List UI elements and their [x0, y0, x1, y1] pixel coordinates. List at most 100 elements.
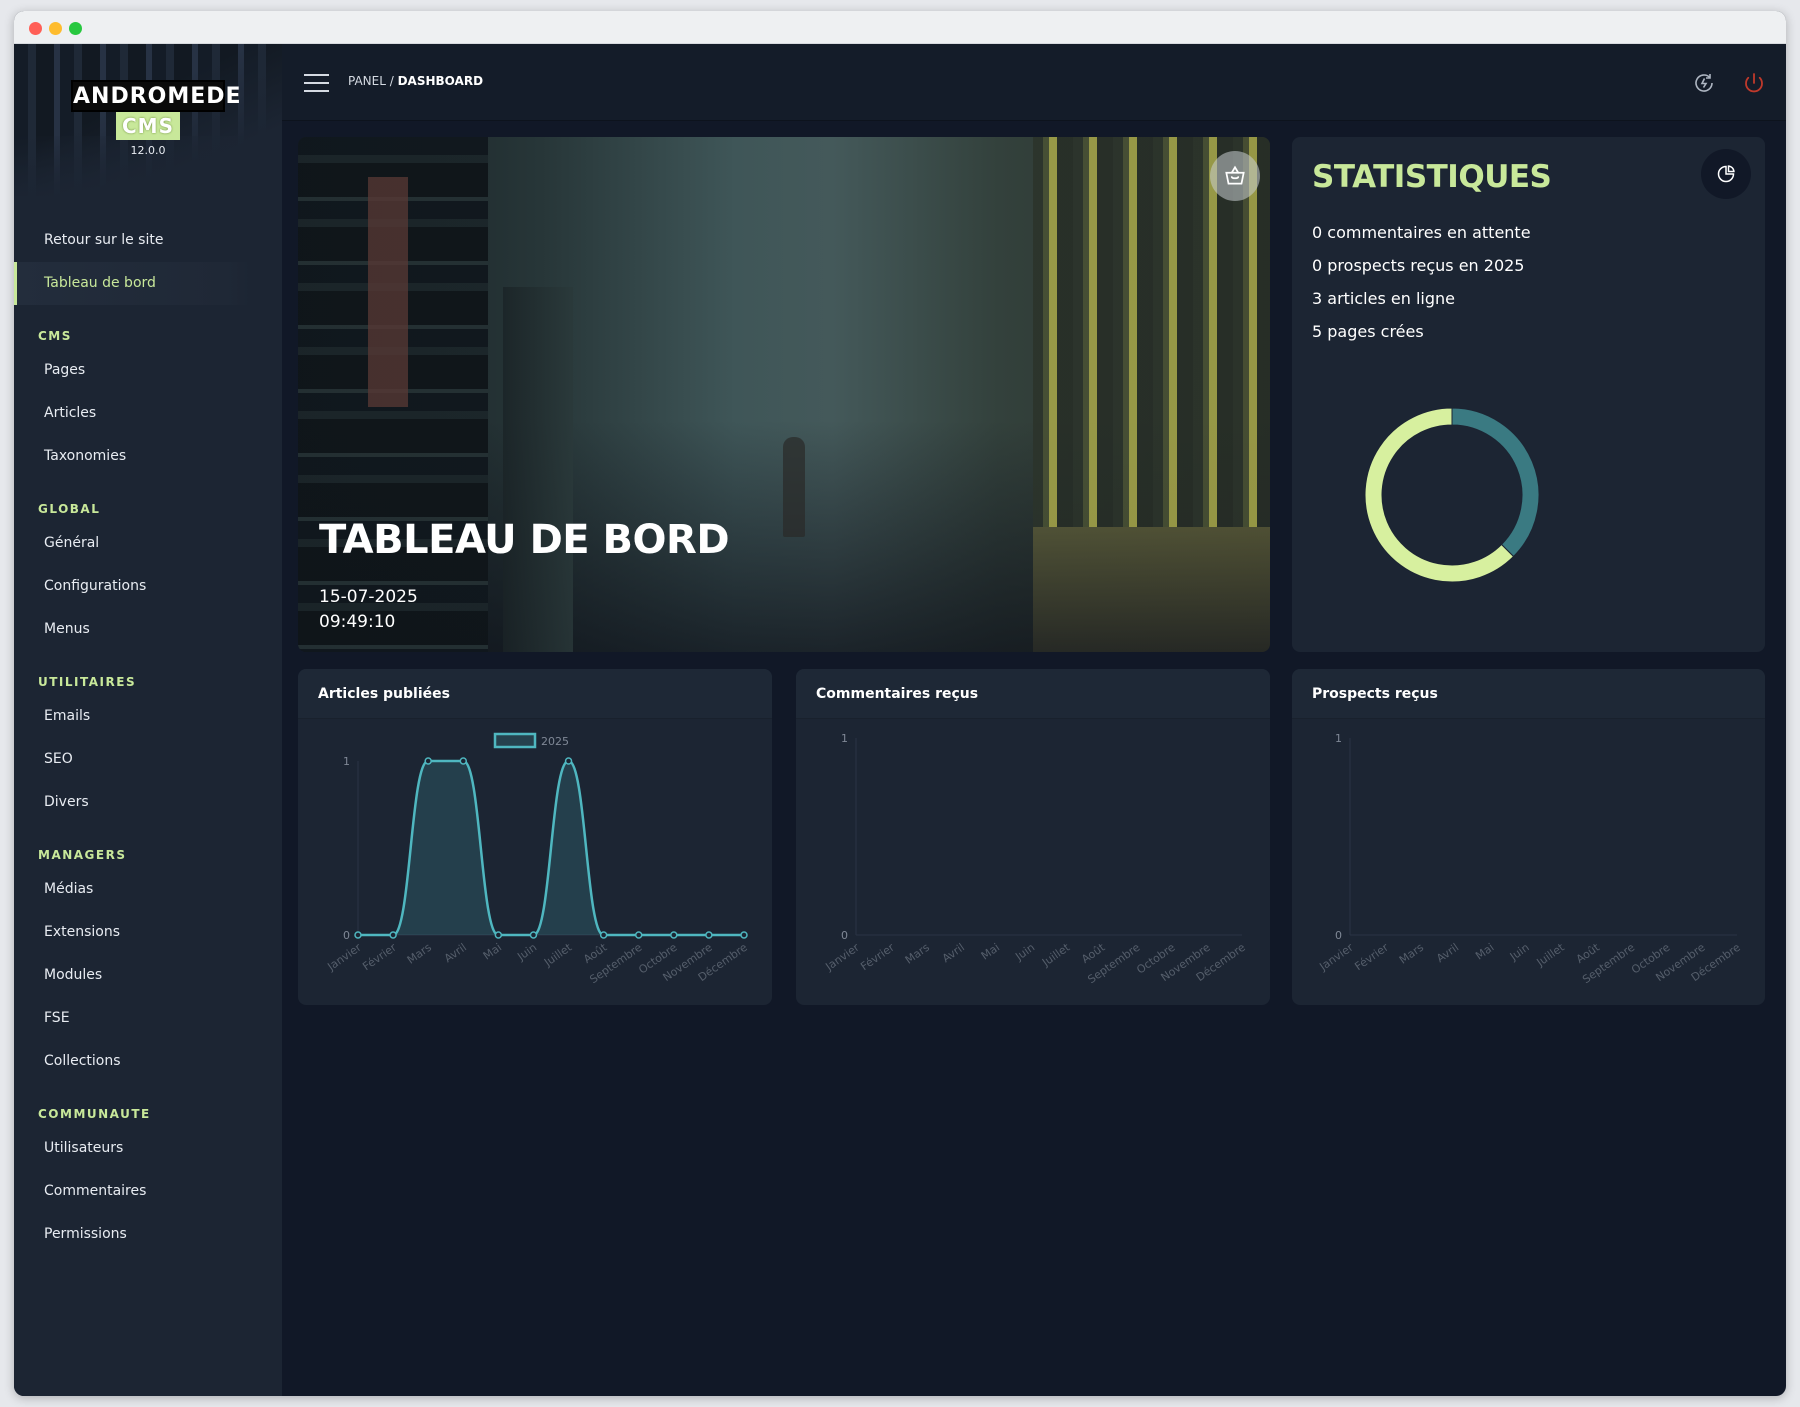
logo-wordmark: ANDROMEDE: [71, 80, 241, 112]
articles-chart-card: Articles publiées 0 1 Janvier Février Mars Av…: [298, 669, 772, 1005]
x-tick-label: Juin: [514, 941, 539, 964]
sidebar: ANDROMEDE CMS 12.0.0 Retour sur le site T…: [14, 44, 282, 1396]
main-content: PANEL / DASHBOARD TABLEAU DE BORD 15-07-…: [282, 44, 1786, 1396]
statistics-donut-chart: [1364, 407, 1540, 583]
prospects-chart: 01JanvierFévrier Mars Avril Mai Juin Juillet A…: [1316, 732, 1742, 986]
sidebar-item-configurations[interactable]: Configurations: [14, 565, 282, 608]
y-tick-label: 1: [343, 755, 350, 768]
data-point[interactable]: [529, 931, 538, 939]
sidebar-item-taxonomies[interactable]: Taxonomies: [14, 435, 282, 478]
data-point[interactable]: [424, 757, 432, 765]
logo-cms-badge: CMS: [116, 112, 180, 140]
x-tick-label: Avril: [940, 941, 967, 965]
x-tick-label: Février: [360, 941, 399, 974]
logo[interactable]: ANDROMEDE CMS 12.0.0: [71, 80, 241, 157]
sidebar-item-commentaires[interactable]: Commentaires: [14, 1170, 282, 1213]
sidebar-section-utilitaires: UTILITAIRES: [38, 675, 137, 689]
y-tick-label: 1: [1335, 732, 1342, 745]
data-point[interactable]: [389, 931, 397, 939]
articles-chart-title: Articles publiées: [298, 669, 772, 719]
x-tick-label: Janvier: [1316, 941, 1356, 974]
sidebar-item-retour-sur-le-site[interactable]: Retour sur le site: [14, 219, 282, 262]
sidebar-item-fse[interactable]: FSE: [14, 997, 282, 1040]
donut-slice-0[interactable]: [1451, 407, 1540, 558]
sidebar-item-utilisateurs[interactable]: Utilisateurs: [14, 1127, 282, 1170]
hero-figure: [783, 437, 805, 537]
sidebar-item-menus[interactable]: Menus: [14, 608, 282, 651]
data-point[interactable]: [494, 931, 503, 939]
sidebar-item-modules[interactable]: Modules: [14, 954, 282, 997]
sidebar-item-articles[interactable]: Articles: [14, 392, 282, 435]
current-time: 09:49:10: [319, 612, 396, 632]
page-title: TABLEAU DE BORD: [319, 517, 730, 563]
sidebar-item-permissions[interactable]: Permissions: [14, 1213, 282, 1256]
breadcrumb-root[interactable]: PANEL: [348, 74, 386, 88]
x-tick-label: Février: [1352, 941, 1391, 974]
sidebar-item-medias[interactable]: Médias: [14, 868, 282, 911]
basket-icon[interactable]: [1210, 151, 1260, 201]
prospects-chart-title: Prospects reçus: [1292, 669, 1765, 719]
stat-articles-online: 3 articles en ligne: [1312, 289, 1455, 308]
data-point[interactable]: [599, 931, 608, 939]
power-icon[interactable]: [1742, 71, 1766, 95]
breadcrumb-current: DASHBOARD: [397, 74, 484, 88]
comments-chart: 01JanvierFévrier Mars Avril Mai Juin Juillet A…: [822, 732, 1247, 986]
sidebar-item-general[interactable]: Général: [14, 522, 282, 565]
data-point[interactable]: [740, 931, 748, 939]
sidebar-item-seo[interactable]: SEO: [14, 738, 282, 781]
comments-chart-title: Commentaires reçus: [796, 669, 1270, 719]
sidebar-item-emails[interactable]: Emails: [14, 695, 282, 738]
sidebar-item-divers[interactable]: Divers: [14, 781, 282, 824]
x-tick-label: Juillet: [541, 940, 575, 969]
x-tick-label: Mai: [481, 941, 504, 963]
hero-building-accent: [368, 177, 408, 407]
minimize-window-button[interactable]: [49, 22, 62, 35]
x-tick-label: Juillet: [1039, 940, 1073, 969]
legend-swatch[interactable]: [493, 732, 537, 749]
legend-label[interactable]: 2025: [541, 735, 569, 748]
y-tick-label: 0: [1335, 929, 1342, 942]
sidebar-item-tableau-de-bord[interactable]: Tableau de bord: [14, 262, 250, 305]
sidebar-item-collections[interactable]: Collections: [14, 1040, 282, 1083]
x-tick-label: Avril: [442, 941, 469, 965]
sidebar-section-global: GLOBAL: [38, 502, 101, 516]
data-point[interactable]: [459, 757, 468, 765]
data-point[interactable]: [705, 931, 713, 939]
close-window-button[interactable]: [29, 22, 42, 35]
y-tick-label: 1: [841, 732, 848, 745]
data-point[interactable]: [564, 757, 573, 765]
app-container: ANDROMEDE CMS 12.0.0 Retour sur le site T…: [14, 44, 1786, 1396]
data-point[interactable]: [670, 931, 678, 939]
x-tick-label: Juin: [1507, 941, 1532, 964]
cache-refresh-icon[interactable]: [1692, 71, 1716, 95]
y-tick-label: 0: [343, 929, 350, 942]
x-tick-label: Janvier: [822, 941, 862, 974]
browser-window: ANDROMEDE CMS 12.0.0 Retour sur le site T…: [14, 11, 1786, 1396]
sidebar-item-extensions[interactable]: Extensions: [14, 911, 282, 954]
data-point[interactable]: [354, 931, 362, 939]
articles-chart: 01JanvierFévrier Mars Avril Mai Juin Juillet A…: [324, 732, 750, 986]
breadcrumb-separator: /: [385, 74, 398, 88]
x-tick-label: Janvier: [324, 941, 364, 974]
x-tick-label: Juillet: [1534, 940, 1568, 969]
menu-toggle-icon[interactable]: [304, 74, 329, 92]
data-point[interactable]: [634, 931, 643, 939]
sidebar-section-cms: CMS: [38, 329, 72, 343]
version-label: 12.0.0: [130, 144, 166, 157]
x-tick-label: Avril: [1434, 941, 1461, 965]
sidebar-section-managers: MANAGERS: [38, 848, 127, 862]
stat-prospects: 0 prospects reçus en 2025: [1312, 256, 1525, 275]
sidebar-header-image: ANDROMEDE CMS 12.0.0: [14, 44, 282, 196]
x-tick-label: Mars: [1397, 941, 1426, 967]
stat-pages-created: 5 pages crées: [1312, 322, 1424, 341]
sidebar-item-pages[interactable]: Pages: [14, 349, 282, 392]
prospects-chart-card: Prospects reçus 0 1 Janvier Février Mars Avri…: [1292, 669, 1765, 1005]
maximize-window-button[interactable]: [69, 22, 82, 35]
sidebar-section-communaute: COMMUNAUTE: [38, 1107, 151, 1121]
x-tick-label: Mai: [979, 941, 1002, 963]
x-tick-label: Février: [858, 941, 897, 974]
pie-chart-icon[interactable]: [1701, 149, 1751, 199]
comments-chart-card: Commentaires reçus 0 1 Janvier Février Mars A…: [796, 669, 1270, 1005]
top-bar: PANEL / DASHBOARD: [282, 44, 1786, 121]
stat-pending-comments: 0 commentaires en attente: [1312, 223, 1531, 242]
